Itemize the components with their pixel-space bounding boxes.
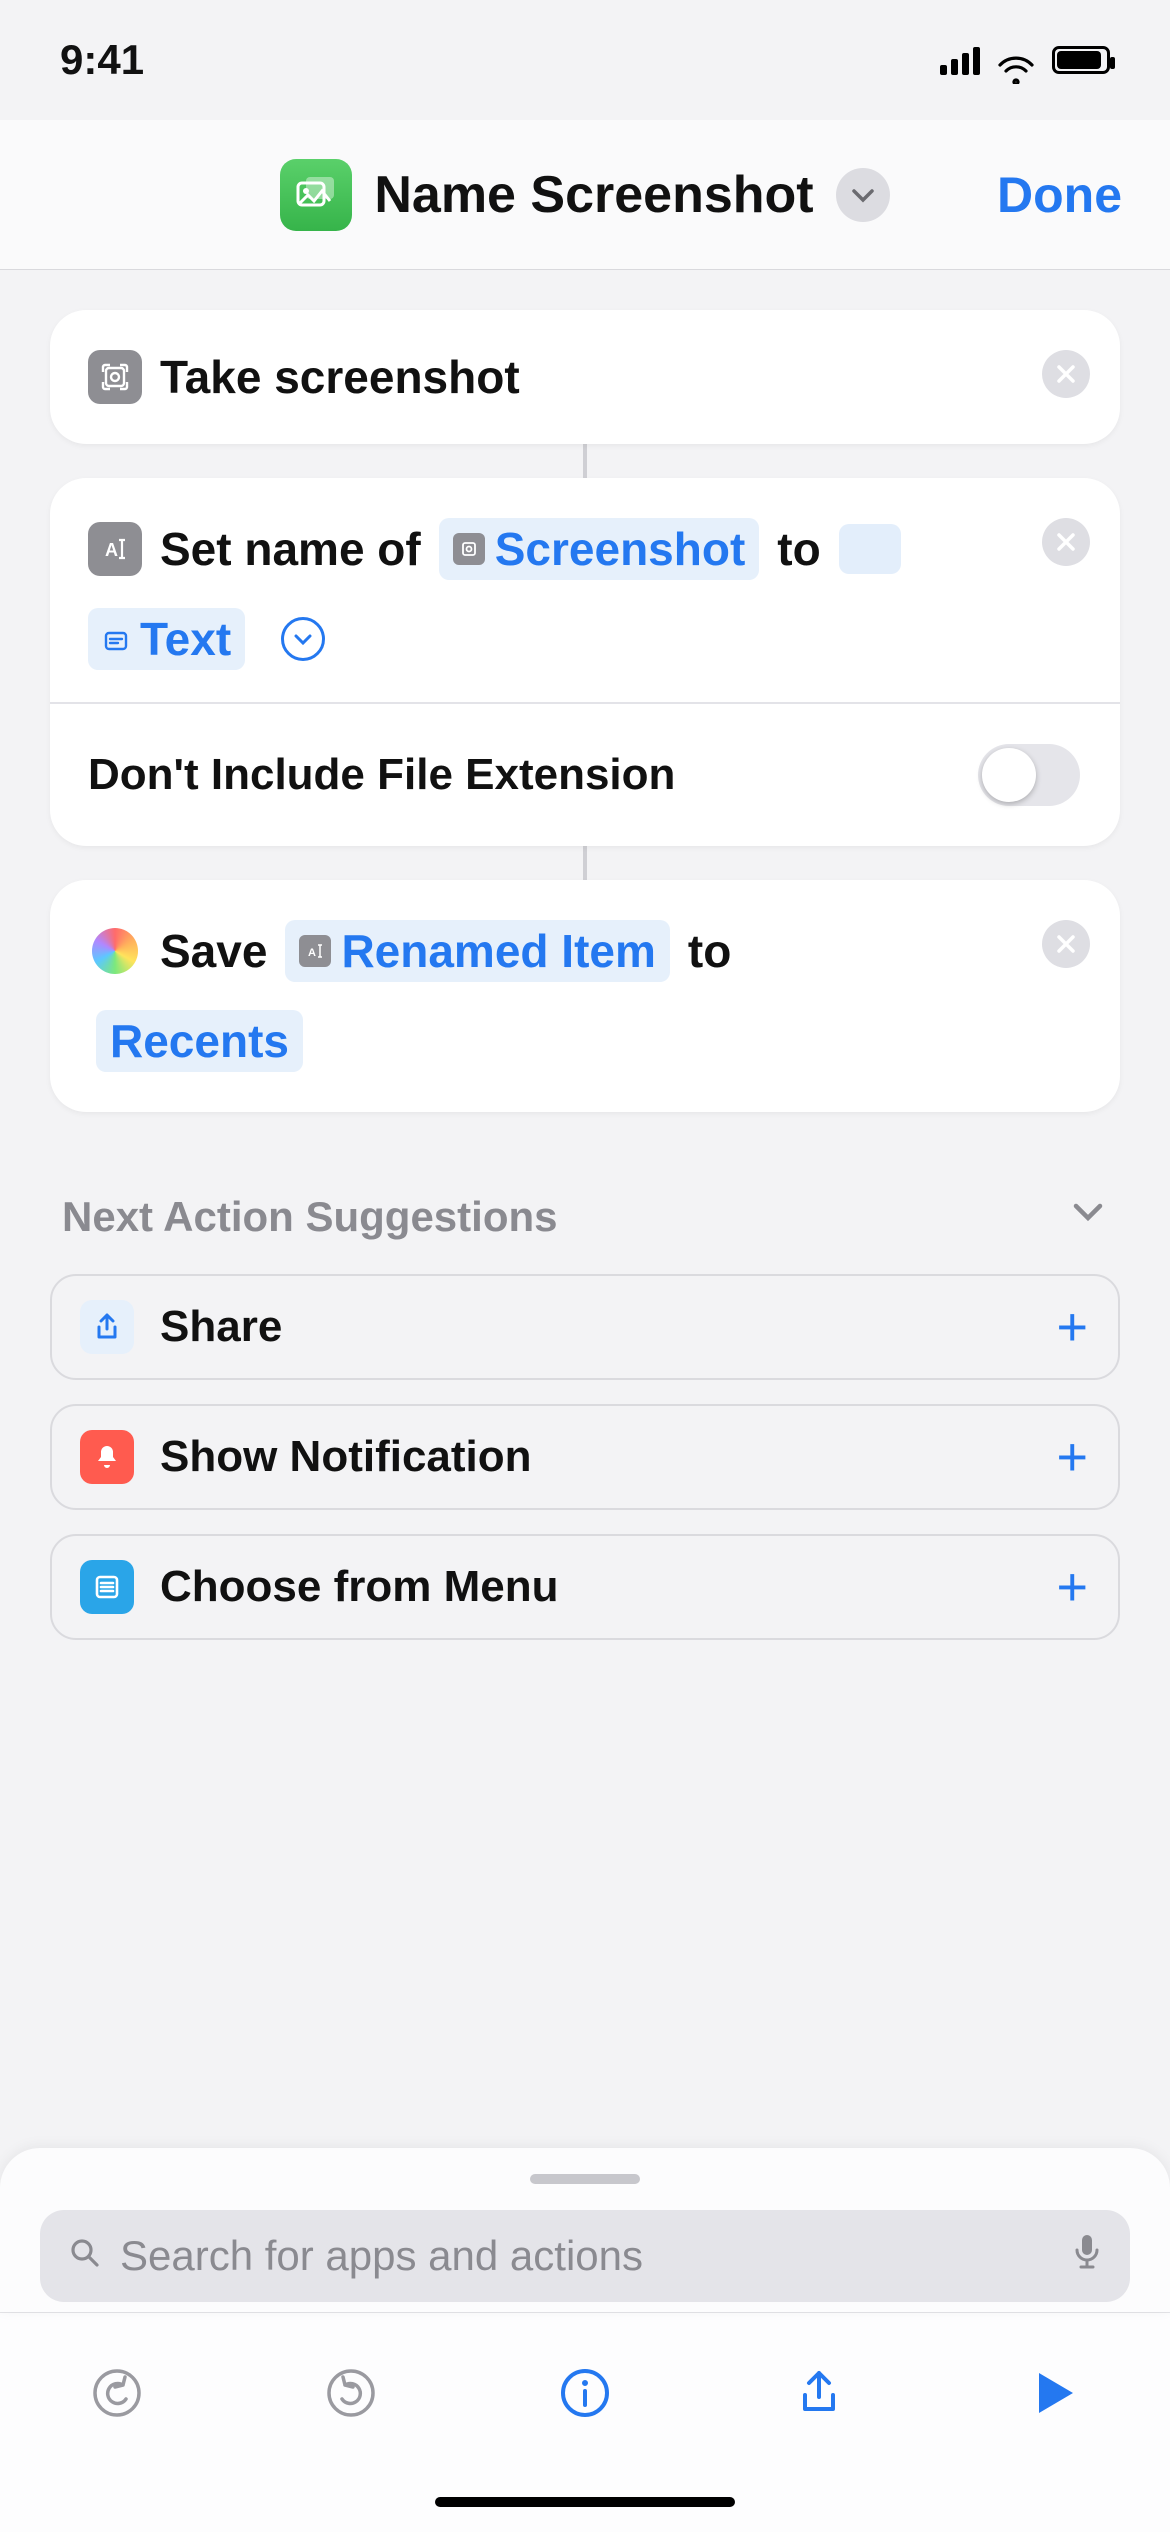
title-menu-button[interactable] (836, 168, 890, 222)
action-save-photo[interactable]: Save A Renamed Item to Recents (50, 880, 1120, 1112)
delete-action-button[interactable] (1042, 920, 1090, 968)
suggestion-label: Show Notification (160, 1432, 532, 1482)
rename-var-icon: A (299, 935, 331, 967)
search-icon (68, 2232, 102, 2280)
name-value-field[interactable] (839, 524, 901, 574)
search-placeholder: Search for apps and actions (120, 2232, 643, 2280)
screenshot-icon (88, 350, 142, 404)
text-var-icon (102, 612, 130, 666)
suggestions-title: Next Action Suggestions (62, 1193, 558, 1241)
action-set-name[interactable]: A Set name of Screenshot to Text Don't I… (50, 478, 1120, 846)
suggestion-share[interactable]: Share + (50, 1274, 1120, 1380)
photos-icon (88, 924, 142, 978)
add-suggestion-button[interactable]: + (1056, 1426, 1088, 1488)
run-button[interactable] (1013, 2353, 1093, 2433)
action-mid: to (688, 924, 731, 978)
suggestions-list: Share + Show Notification + Choose from … (50, 1274, 1120, 1640)
info-button[interactable] (545, 2353, 625, 2433)
header-center[interactable]: Name Screenshot (280, 159, 889, 231)
variable-text[interactable]: Text (88, 608, 245, 670)
file-extension-toggle[interactable] (978, 744, 1080, 806)
suggestion-label: Share (160, 1302, 282, 1352)
rename-icon: A (88, 522, 142, 576)
suggestion-label: Choose from Menu (160, 1562, 558, 1612)
status-right (940, 45, 1110, 75)
connector (583, 846, 587, 880)
status-time: 9:41 (60, 36, 144, 84)
sheet-grabber[interactable] (530, 2174, 640, 2184)
svg-text:A: A (308, 947, 316, 959)
done-button[interactable]: Done (997, 166, 1122, 224)
header: Name Screenshot Done (0, 120, 1170, 270)
undo-button[interactable] (77, 2353, 157, 2433)
action-prefix: Save (160, 924, 267, 978)
workflow-editor: Take screenshot A Set name of Screenshot… (0, 270, 1170, 2148)
variable-label: Screenshot (495, 522, 746, 576)
add-suggestion-button[interactable]: + (1056, 1556, 1088, 1618)
add-suggestion-button[interactable]: + (1056, 1296, 1088, 1358)
album-recents[interactable]: Recents (96, 1010, 303, 1072)
action-take-screenshot[interactable]: Take screenshot (50, 310, 1120, 444)
delete-action-button[interactable] (1042, 350, 1090, 398)
notification-icon (80, 1430, 134, 1484)
action-library-sheet[interactable]: Search for apps and actions (0, 2148, 1170, 2312)
redo-button[interactable] (311, 2353, 391, 2433)
search-input[interactable]: Search for apps and actions (40, 2210, 1130, 2302)
variable-screenshot[interactable]: Screenshot (439, 518, 760, 580)
svg-text:A: A (105, 540, 118, 560)
suggestion-show-notification[interactable]: Show Notification + (50, 1404, 1120, 1510)
mic-icon[interactable] (1072, 2232, 1102, 2280)
variable-label: Renamed Item (341, 924, 655, 978)
delete-action-button[interactable] (1042, 518, 1090, 566)
variable-label: Text (140, 612, 231, 666)
option-dont-include-extension: Don't Include File Extension (50, 704, 1120, 846)
suggestions-header[interactable]: Next Action Suggestions (50, 1112, 1120, 1274)
toolbar (0, 2312, 1170, 2472)
shortcut-title: Name Screenshot (374, 165, 813, 225)
action-mid: to (777, 522, 820, 576)
home-indicator (0, 2472, 1170, 2532)
action-label: Take screenshot (160, 350, 520, 404)
shortcut-app-icon (280, 159, 352, 231)
album-label: Recents (110, 1014, 289, 1068)
share-icon (80, 1300, 134, 1354)
cellular-icon (940, 45, 980, 75)
menu-icon (80, 1560, 134, 1614)
connector (583, 444, 587, 478)
wifi-icon (998, 46, 1034, 74)
option-label: Don't Include File Extension (88, 750, 675, 800)
action-prefix: Set name of (160, 522, 421, 576)
variable-renamed-item[interactable]: A Renamed Item (285, 920, 669, 982)
suggestion-choose-from-menu[interactable]: Choose from Menu + (50, 1534, 1120, 1640)
screenshot-var-icon (453, 533, 485, 565)
share-button[interactable] (779, 2353, 859, 2433)
chevron-down-icon (1068, 1192, 1108, 1242)
battery-icon (1052, 46, 1110, 74)
status-bar: 9:41 (0, 0, 1170, 120)
expand-options-button[interactable] (281, 617, 325, 661)
